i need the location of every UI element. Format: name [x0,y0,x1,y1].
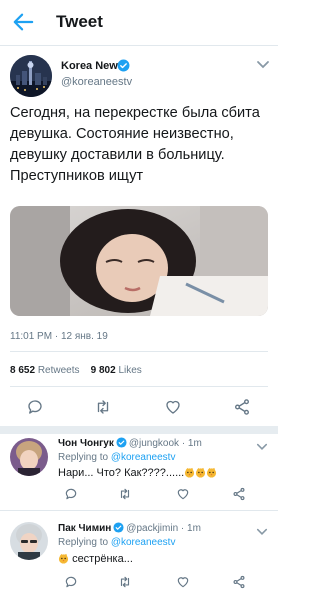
reply-header: Чон Чонгук @jungkook · 1m [58,437,202,449]
crying-chick-emoji-icon [58,553,69,564]
verified-badge-icon [116,437,127,448]
tweet-timestamp: 11:01 PM · 12 янв. 19 [10,331,108,342]
like-heart-icon[interactable] [176,575,190,589]
verified-badge-icon [117,59,130,72]
top-bar: Tweet [0,0,278,46]
chevron-down-icon[interactable] [256,524,268,535]
crying-chick-emoji-icon [195,467,206,478]
retweet-icon[interactable] [94,398,112,416]
retweets-count[interactable]: 8 652 [10,365,35,376]
share-icon[interactable] [232,575,246,589]
author-name[interactable]: Korea News [61,60,124,72]
reply-text-line: Нари... Что? Как????...... [58,467,217,479]
chevron-down-icon[interactable] [256,58,270,70]
tweet-action-bar [0,398,278,418]
tweet-media-image[interactable] [10,206,268,316]
divider [10,351,268,352]
tweet-text: Сегодня, на перекрестке была сбита девуш… [10,105,260,184]
retweet-icon[interactable] [118,487,132,501]
reply-author-handle[interactable]: @packjimin [126,523,178,534]
crying-chick-emoji-icon [184,467,195,478]
share-icon[interactable] [232,487,246,501]
reply-text: Нари... Что? Как????...... [58,467,185,479]
reply-text: сестрёнка... [72,553,133,565]
replying-to-line: Replying to @koreaneestv [58,537,175,548]
section-divider [0,426,278,434]
reply-avatar[interactable] [10,522,48,560]
like-heart-icon[interactable] [164,398,182,416]
verified-badge-icon [113,522,124,533]
reply-icon[interactable] [64,575,78,589]
reply-time: · 1m [181,438,202,449]
reply-icon[interactable] [64,487,78,501]
reply-text-line: сестрёнка... [58,553,133,565]
author-avatar[interactable] [10,55,52,97]
chevron-down-icon[interactable] [256,439,268,450]
reply-author-name[interactable]: Чон Чонгук [58,438,114,449]
author-handle[interactable]: @koreaneestv [61,76,132,88]
replying-to-handle[interactable]: @koreaneestv [111,537,176,548]
page-title: Tweet [56,12,103,31]
back-arrow-icon[interactable] [12,12,34,32]
like-heart-icon[interactable] [176,487,190,501]
reply-avatar[interactable] [10,438,48,476]
replying-to-label: Replying to [58,452,109,463]
reply-time: · 1m [180,523,201,534]
share-icon[interactable] [233,398,251,416]
tweet-stats: 8 652 Retweets 9 802 Likes [10,365,142,376]
reply-icon[interactable] [26,398,44,416]
replying-to-line: Replying to @koreaneestv [58,452,175,463]
divider [0,510,278,511]
likes-count[interactable]: 9 802 [91,365,116,376]
replying-to-handle[interactable]: @koreaneestv [111,452,176,463]
replying-to-label: Replying to [58,537,109,548]
crying-chick-emoji-icon [206,467,217,478]
retweets-label[interactable]: Retweets [38,365,80,376]
divider [10,386,268,387]
reply-header: Пак Чимин @packjimin · 1m [58,522,201,534]
reply-author-handle[interactable]: @jungkook [129,438,179,449]
likes-label[interactable]: Likes [118,365,141,376]
reply-author-name[interactable]: Пак Чимин [58,523,111,534]
retweet-icon[interactable] [118,575,132,589]
